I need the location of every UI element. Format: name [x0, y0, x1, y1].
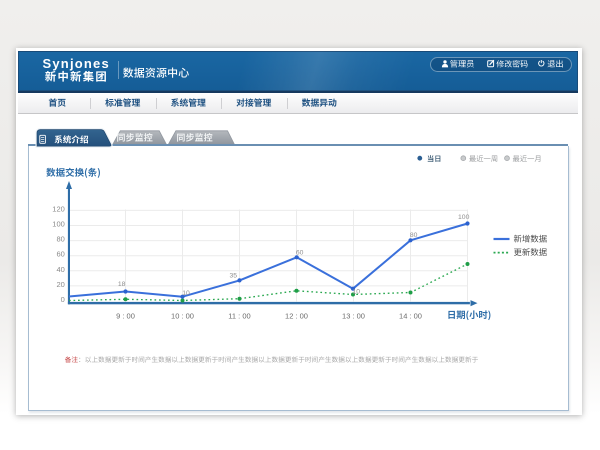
svg-text:100: 100 — [458, 214, 470, 221]
svg-text:10: 10 — [182, 290, 190, 297]
svg-text:100: 100 — [52, 220, 65, 229]
svg-text:60: 60 — [56, 250, 64, 259]
svg-text:40: 40 — [56, 265, 64, 274]
svg-text:60: 60 — [296, 250, 304, 257]
svg-text:10 : 00: 10 : 00 — [171, 312, 194, 321]
svg-text:20: 20 — [56, 280, 64, 289]
svg-text:13 : 00: 13 : 00 — [342, 312, 365, 321]
svg-text:80: 80 — [56, 235, 64, 244]
svg-text:35: 35 — [230, 273, 238, 280]
svg-text:80: 80 — [410, 232, 418, 239]
svg-text:14 : 00: 14 : 00 — [399, 312, 422, 321]
svg-text:11 : 00: 11 : 00 — [228, 312, 250, 321]
svg-text:9 : 00: 9 : 00 — [116, 312, 135, 321]
svg-text:0: 0 — [61, 295, 65, 304]
svg-text:18: 18 — [118, 281, 126, 288]
svg-text:10: 10 — [353, 289, 361, 296]
svg-text:12 : 00: 12 : 00 — [285, 312, 308, 321]
svg-text:Synjones: Synjones — [43, 56, 110, 71]
svg-text:120: 120 — [52, 204, 65, 213]
